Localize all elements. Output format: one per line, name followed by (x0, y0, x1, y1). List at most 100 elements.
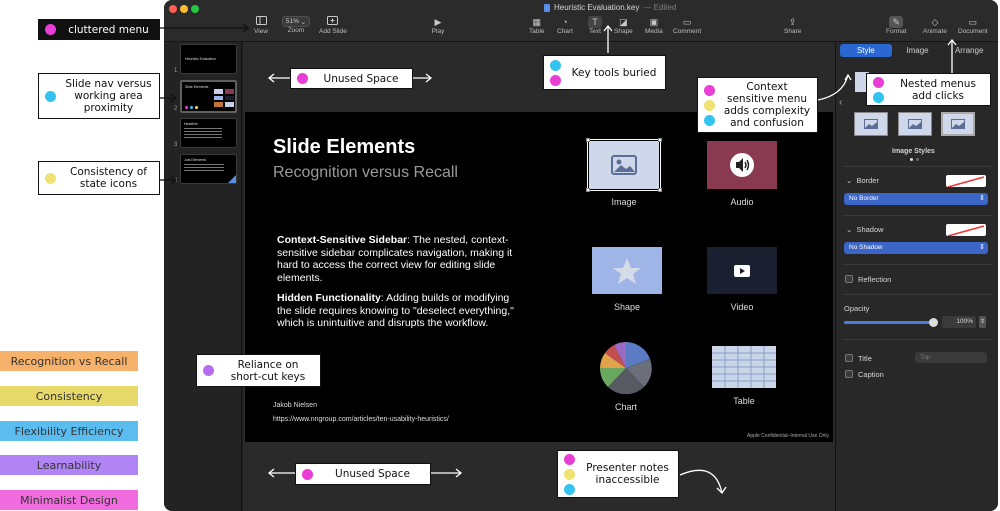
image-style-3[interactable] (941, 112, 975, 136)
media-label: Media (645, 28, 663, 35)
slide-thumbnail-2[interactable]: Slide Elements (180, 80, 237, 113)
image-style-1[interactable] (854, 112, 888, 136)
document-panel-icon: ▭ (968, 17, 978, 27)
yellow-dot-icon (704, 99, 715, 111)
minimize-window-button[interactable] (180, 5, 188, 13)
audio-placeholder[interactable] (707, 141, 777, 189)
cyan-dot-icon (564, 483, 575, 495)
media-icon: ▣ (649, 17, 659, 27)
opacity-field[interactable]: 100% (942, 316, 976, 328)
format-label: Format (886, 28, 907, 35)
image-placeholder[interactable] (586, 138, 662, 192)
opacity-slider-knob[interactable] (929, 318, 938, 327)
slide-subtitle[interactable]: Recognition versus Recall (273, 164, 458, 182)
divider (842, 166, 993, 167)
add-slide-icon (326, 16, 340, 28)
title-checkbox[interactable] (845, 354, 853, 362)
border-label: Border (856, 176, 879, 185)
legend-minimalist: Minimalist Design (0, 490, 138, 510)
note-slide-nav: Slide nav versus working area proximity (38, 73, 160, 119)
table-button[interactable]: ▦ Table (529, 16, 545, 35)
zoom-select[interactable]: 51% ⌄ (282, 16, 310, 27)
thumb-title: Headline (184, 122, 198, 126)
pink-dot-icon (704, 84, 715, 96)
zoom-menu[interactable]: 51% ⌄ Zoom (282, 16, 310, 34)
view-button[interactable]: View (254, 16, 268, 35)
slide-thumbnail-4[interactable]: Just Elements (180, 154, 237, 184)
reflection-checkbox[interactable] (845, 275, 853, 283)
window-title: Heuristic Evaluation.key — Edited (544, 3, 676, 12)
tab-arrange[interactable]: Arrange (943, 44, 995, 57)
table-element[interactable]: Table (712, 346, 776, 406)
divider (842, 339, 993, 340)
legend-label: Learnability (36, 458, 102, 472)
play-label: Play (431, 28, 445, 35)
title-position-select[interactable]: Top (915, 352, 987, 363)
shadow-color-swatch[interactable] (946, 224, 986, 236)
window-status: — Edited (643, 3, 677, 12)
image-style-2[interactable] (898, 112, 932, 136)
slide-title[interactable]: Slide Elements (273, 136, 415, 159)
close-window-button[interactable] (169, 5, 177, 13)
chevron-left-icon[interactable]: ‹ (839, 97, 842, 108)
pink-dot-icon (45, 24, 56, 35)
video-element[interactable]: Video (707, 247, 777, 312)
tab-image[interactable]: Image (892, 44, 944, 57)
shape-placeholder[interactable] (592, 247, 662, 294)
divider (842, 215, 993, 216)
shape-button[interactable]: ◪ Shape (614, 16, 633, 35)
pink-dot-icon (297, 73, 308, 84)
caption-checkbox[interactable] (845, 370, 853, 378)
video-placeholder[interactable] (707, 247, 777, 294)
animate-button[interactable]: ◇ Animate (923, 16, 947, 35)
text-button[interactable]: T Text (588, 16, 602, 35)
border-style-select[interactable]: No Border (844, 193, 988, 205)
media-button[interactable]: ▣ Media (645, 16, 663, 35)
pie-chart-icon[interactable] (600, 342, 652, 394)
slide-thumbnail-3[interactable]: Headline (180, 118, 237, 148)
zoom-value: 51% (285, 18, 299, 25)
add-slide-button[interactable]: Add Slide (319, 16, 347, 35)
table-grid-icon[interactable] (712, 346, 776, 388)
tab-style[interactable]: Style (840, 44, 892, 57)
chart-button[interactable]: ◔ Chart (557, 16, 573, 35)
zoom-window-button[interactable] (191, 5, 199, 13)
opacity-slider[interactable] (844, 318, 938, 327)
opacity-stepper[interactable]: ⇕ (979, 316, 986, 328)
format-button[interactable]: ✎ Format (886, 16, 907, 35)
shadow-row[interactable]: ⌄ Shadow (846, 225, 884, 234)
audio-element[interactable]: Audio (707, 141, 777, 207)
slide-navigator: Heuristic Evaluation 1 Slide Elements 2 (164, 42, 242, 511)
slide[interactable]: Slide Elements Recognition versus Recall… (245, 112, 833, 442)
video-label: Video (730, 302, 754, 312)
note-unused-space-top: Unused Space (290, 68, 413, 89)
shadow-style-select[interactable]: No Shadow (844, 242, 988, 254)
border-color-swatch[interactable] (946, 175, 986, 187)
table-icon: ▦ (532, 17, 542, 27)
paragraph-sidebar: Context-Sensitive Sidebar: The nested, c… (277, 234, 517, 284)
document-button[interactable]: ▭ Document (958, 16, 988, 35)
share-button[interactable]: ⇪ Share (784, 16, 801, 35)
slide-body[interactable]: Context-Sensitive Sidebar: The nested, c… (277, 234, 517, 338)
document-icon (544, 3, 550, 12)
play-icon: ▶ (434, 17, 442, 27)
chart-element[interactable]: Chart (600, 342, 652, 412)
comment-label: Comment (673, 28, 702, 35)
slide-url[interactable]: https://www.nngroup.com/articles/ten-usa… (273, 416, 449, 423)
yellow-dot-icon (45, 172, 56, 184)
note-state-icons: Consistency of state icons (38, 161, 160, 195)
slide-thumbnail-1[interactable]: Heuristic Evaluation (180, 44, 237, 74)
opacity-slider-fill (844, 321, 934, 324)
comment-button[interactable]: ▭ Comment (673, 16, 701, 35)
play-button[interactable]: ▶ Play (431, 16, 445, 35)
image-element[interactable]: Image (586, 138, 662, 207)
shape-element[interactable]: Shape (592, 247, 662, 312)
annotated-screenshot: Recognition vs Recall Consistency Flexib… (0, 0, 1000, 511)
image-style-icon (908, 119, 922, 129)
divider (842, 264, 993, 265)
page-dots[interactable] (910, 158, 919, 161)
chart-icon: ◔ (562, 17, 568, 27)
note-text: cluttered menu (68, 23, 149, 36)
border-row[interactable]: ⌄ Border (846, 176, 879, 185)
play-video-icon (734, 264, 750, 277)
